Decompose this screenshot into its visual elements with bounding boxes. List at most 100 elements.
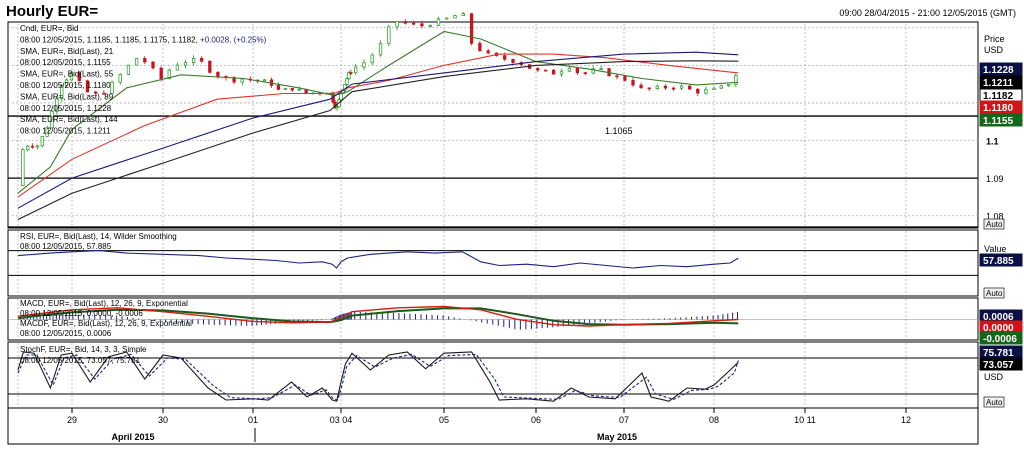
price-ticks: 1.11.091.08 bbox=[986, 137, 1004, 222]
candle-body bbox=[704, 89, 708, 94]
month-label: April 2015 bbox=[111, 432, 154, 442]
candle-body bbox=[362, 62, 366, 68]
stoch-tags: 75.78173.057 bbox=[979, 345, 1023, 371]
candle-body bbox=[283, 88, 287, 90]
candle-body bbox=[712, 87, 716, 90]
price-tag-value: 1.1182 bbox=[983, 91, 1013, 102]
candle-body bbox=[583, 72, 587, 74]
candle-body bbox=[567, 67, 572, 72]
svg-text:Auto: Auto bbox=[986, 398, 1003, 407]
candle-body bbox=[35, 145, 40, 148]
candle-body bbox=[623, 75, 627, 81]
candle-body bbox=[159, 67, 163, 79]
price-tags: 1.1228 1.1211 1.11821.1180 1.1155 bbox=[979, 62, 1023, 127]
rsi-axis-header: Value bbox=[984, 244, 1006, 254]
candle-body bbox=[240, 78, 244, 83]
price-axis-unit: USD bbox=[984, 45, 1004, 55]
candle-body bbox=[639, 84, 643, 89]
candle-body bbox=[345, 78, 349, 85]
price-tag-value: 1.1228 bbox=[983, 65, 1014, 76]
candle-body bbox=[696, 88, 700, 94]
price-tag-value: -0.0006 bbox=[983, 334, 1017, 345]
candle-body bbox=[134, 58, 139, 66]
candle-body bbox=[559, 70, 564, 75]
auto-button-rsi[interactable]: Auto bbox=[983, 287, 1005, 299]
legend-text: SMA, EUR=, Bid(Last), 21 bbox=[20, 47, 114, 56]
time-tick-label: 12 bbox=[901, 415, 911, 425]
candle-body bbox=[428, 25, 432, 27]
candle-body bbox=[536, 68, 540, 71]
candle-body bbox=[469, 13, 474, 44]
candle-body bbox=[551, 69, 556, 75]
candle-body bbox=[647, 87, 651, 90]
candle-body bbox=[30, 145, 35, 148]
candle-body bbox=[40, 136, 44, 147]
auto-button-stoch[interactable]: Auto bbox=[983, 396, 1005, 408]
price-tag-value: 75.781 bbox=[983, 348, 1014, 359]
legend-text: SMA, EUR=, Bid(Last), 89 bbox=[20, 92, 114, 101]
candle-body bbox=[453, 15, 457, 19]
main-panel-frame bbox=[7, 21, 979, 229]
candle-body bbox=[734, 75, 738, 85]
price-tag-value: 1.1211 bbox=[983, 78, 1013, 89]
legend-text: MACDF, EUR=, Bid(Last), 12, 26, 9, Expon… bbox=[20, 319, 192, 328]
legend-text: 08:00 12/05/2015, 1.1180 bbox=[20, 81, 111, 90]
svg-text:Auto: Auto bbox=[986, 220, 1003, 229]
candle-body bbox=[126, 64, 131, 75]
price-tag-value: 1.1180 bbox=[983, 103, 1013, 114]
svg-text:Auto: Auto bbox=[986, 289, 1003, 298]
price-tag-value: 1.1155 bbox=[983, 116, 1013, 127]
candle-body bbox=[655, 85, 659, 89]
candle-body bbox=[175, 64, 180, 71]
price-tick-label: 1.09 bbox=[986, 174, 1004, 184]
candle-body bbox=[354, 66, 358, 74]
candle-body bbox=[183, 62, 188, 66]
candle-body bbox=[511, 58, 515, 63]
candle-body bbox=[445, 17, 449, 20]
candle-body bbox=[339, 93, 343, 101]
time-tick-label: 30 bbox=[158, 415, 168, 425]
candle-body bbox=[719, 85, 723, 89]
candle-body bbox=[395, 21, 399, 28]
candle-body bbox=[486, 50, 490, 54]
legend-text: 08:00 12/05/2015, 1.1228 bbox=[20, 104, 112, 113]
legend-text: SMA, EUR=, Bid(Last), 55 bbox=[20, 70, 114, 79]
time-tick-label: 08 bbox=[709, 415, 719, 425]
candle-body bbox=[411, 22, 416, 25]
legend-text: 08:00 12/05/2015, 1.1211 bbox=[20, 127, 111, 136]
time-tick-label: 10 11 bbox=[794, 415, 816, 425]
candle-body bbox=[420, 23, 424, 27]
candle-body bbox=[276, 85, 281, 90]
candle-body bbox=[118, 74, 122, 83]
month-label: May 2015 bbox=[597, 432, 637, 442]
price-axis-header: Price bbox=[984, 34, 1005, 44]
legend-text: MACD, EUR=, Bid(Last), 12, 26, 9, Expone… bbox=[20, 299, 188, 308]
legend-text: SMA, EUR=, Bid(Last), 144 bbox=[20, 115, 118, 124]
level-label: 1.1065 bbox=[605, 126, 633, 136]
legend-text: 08:00 12/05/2015, 1.1185, 1.1185, 1.1175… bbox=[20, 35, 267, 44]
candle-body bbox=[615, 75, 619, 78]
candle-body bbox=[151, 61, 155, 69]
candle-body bbox=[726, 84, 731, 87]
legend-text: 08:00 12/05/2015, 73.057, 75.781 bbox=[20, 356, 141, 365]
candle-body bbox=[631, 80, 635, 86]
eurusd-hourly-chart[interactable]: 1.1065 Cndl, EUR=, Bid 08:00 12/05/2015, … bbox=[0, 0, 1024, 457]
candle-body bbox=[21, 149, 25, 186]
time-tick-label: 03 04 bbox=[330, 415, 353, 425]
candle-body bbox=[599, 68, 603, 70]
time-tick-label: 29 bbox=[67, 415, 77, 425]
auto-button-main[interactable]: Auto bbox=[983, 218, 1005, 230]
candle-body bbox=[478, 42, 482, 52]
time-tick-label: 06 bbox=[531, 415, 541, 425]
candle-body bbox=[663, 85, 668, 89]
candle-body bbox=[143, 58, 147, 63]
candle-body bbox=[349, 72, 353, 74]
time-tick-label: 01 bbox=[248, 415, 258, 425]
candle-body bbox=[403, 21, 408, 24]
legend-text: StochF, EUR=, Bid, 14, 3, 3, Simple bbox=[20, 345, 147, 354]
legend-text: RSI, EUR=, Bid(Last), 14, Wilder Smoothi… bbox=[20, 232, 177, 241]
candle-body bbox=[575, 67, 580, 73]
legend-text: 08:00 12/05/2015, 0.0000, -0.0006 bbox=[20, 309, 143, 318]
stoch-axis-unit: USD bbox=[984, 372, 1004, 382]
macd-tags: 0.00060.0000-0.0006 bbox=[979, 309, 1023, 345]
